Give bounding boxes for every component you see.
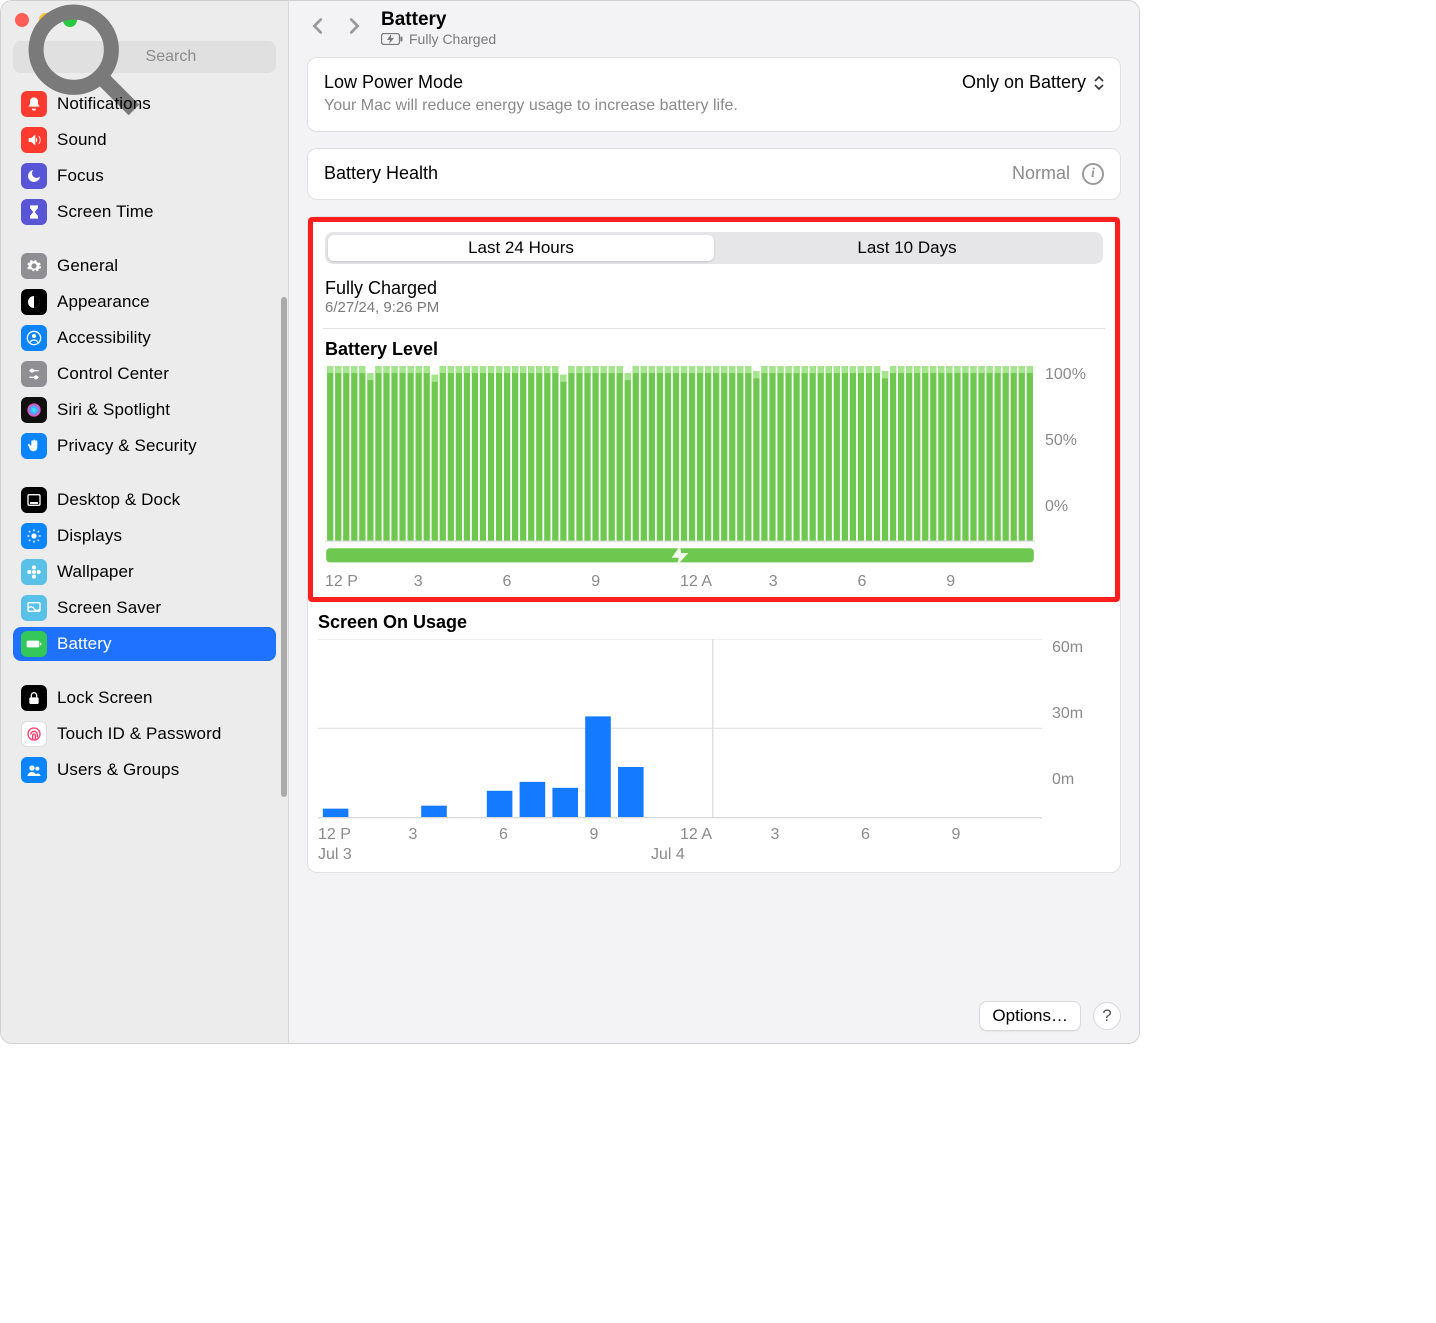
info-icon[interactable]: i [1082, 163, 1104, 185]
touchid-icon [21, 721, 47, 747]
hand-icon [21, 433, 47, 459]
sidebar-item-label: Control Center [57, 364, 169, 384]
siri-icon [21, 397, 47, 423]
nav-back-button[interactable] [307, 15, 329, 42]
battery-charging-icon [381, 33, 403, 45]
battery-health-panel[interactable]: Battery Health Normal i [307, 148, 1121, 200]
titlebar: Battery Fully Charged [289, 1, 1139, 57]
sidebar-item-label: Touch ID & Password [57, 724, 221, 744]
sidebar-item-label: General [57, 256, 118, 276]
flower-icon [21, 559, 47, 585]
low-power-mode-subtitle: Your Mac will reduce energy usage to inc… [324, 95, 738, 117]
low-power-mode-title: Low Power Mode [324, 72, 738, 93]
sidebar-scrollbar[interactable] [281, 297, 287, 797]
hourglass-icon [21, 199, 47, 225]
controls-icon [21, 361, 47, 387]
appearance-icon [21, 289, 47, 315]
main-content: Battery Fully Charged Low Power Mode You… [289, 1, 1139, 1043]
screensaver-icon [21, 595, 47, 621]
sidebar-item-lock-screen[interactable]: Lock Screen [13, 681, 276, 715]
battery-icon [21, 631, 47, 657]
sidebar-item-displays[interactable]: Displays [13, 519, 276, 553]
divider [323, 328, 1105, 329]
low-power-mode-value: Only on Battery [962, 72, 1086, 93]
sidebar-item-label: Sound [57, 130, 107, 150]
sidebar-item-users-groups[interactable]: Users & Groups [13, 753, 276, 787]
footer-buttons: Options… ? [979, 1001, 1121, 1031]
gear-icon [21, 253, 47, 279]
sidebar-item-label: Desktop & Dock [57, 490, 180, 510]
battery-level-chart: 12 P36912 A369 100%50%0% [325, 366, 1103, 591]
battery-health-title: Battery Health [324, 163, 438, 184]
sidebar-item-label: Battery [57, 634, 112, 654]
sidebar-item-label: Privacy & Security [57, 436, 197, 456]
sidebar-list: Notifications Sound Focus Screen Time Genera… [1, 81, 288, 801]
sidebar-item-battery[interactable]: Battery [13, 627, 276, 661]
tab-last-24-hours[interactable]: Last 24 Hours [328, 235, 714, 261]
sidebar-item-label: Focus [57, 166, 104, 186]
sidebar-item-notifications[interactable]: Notifications [13, 87, 276, 121]
select-chevrons-icon [1094, 75, 1104, 91]
fully-charged-timestamp: 6/27/24, 9:26 PM [325, 299, 1103, 316]
screen-on-title: Screen On Usage [318, 612, 1110, 633]
nav-forward-button[interactable] [343, 15, 365, 42]
sidebar-item-general[interactable]: General [13, 249, 276, 283]
fully-charged-title: Fully Charged [325, 278, 1103, 299]
sidebar-item-label: Screen Saver [57, 598, 161, 618]
time-range-segmented: Last 24 Hours Last 10 Days [325, 232, 1103, 264]
search-input[interactable] [146, 48, 268, 66]
sun-icon [21, 523, 47, 549]
page-title: Battery [381, 9, 496, 31]
lock-icon [21, 685, 47, 711]
sidebar-item-label: Lock Screen [57, 688, 153, 708]
sidebar-item-label: Accessibility [57, 328, 151, 348]
battery-health-status: Normal [1012, 163, 1070, 184]
sidebar-item-sound[interactable]: Sound [13, 123, 276, 157]
speaker-icon [21, 127, 47, 153]
sidebar-item-label: Users & Groups [57, 760, 179, 780]
sidebar-item-screen-saver[interactable]: Screen Saver [13, 591, 276, 625]
screen-on-date-right: Jul 4 [651, 846, 984, 864]
screen-on-date-left: Jul 3 [318, 846, 651, 864]
sidebar-item-label: Siri & Spotlight [57, 400, 170, 420]
options-button[interactable]: Options… [979, 1001, 1081, 1031]
settings-window: Notifications Sound Focus Screen Time Genera… [0, 0, 1140, 1044]
person-icon [21, 325, 47, 351]
sidebar-item-screen-time[interactable]: Screen Time [13, 195, 276, 229]
help-button[interactable]: ? [1093, 1002, 1121, 1030]
low-power-mode-select[interactable]: Only on Battery [962, 72, 1104, 93]
annotation-highlight: Last 24 Hours Last 10 Days Fully Charged… [308, 217, 1120, 602]
sidebar-item-wallpaper[interactable]: Wallpaper [13, 555, 276, 589]
dock-icon [21, 487, 47, 513]
sidebar-item-label: Appearance [57, 292, 150, 312]
sidebar-item-focus[interactable]: Focus [13, 159, 276, 193]
battery-level-title: Battery Level [325, 339, 1103, 360]
sidebar-item-accessibility[interactable]: Accessibility [13, 321, 276, 355]
sidebar-item-label: Screen Time [57, 202, 154, 222]
users-icon [21, 757, 47, 783]
sidebar-item-privacy-security[interactable]: Privacy & Security [13, 429, 276, 463]
bell-icon [21, 91, 47, 117]
moon-icon [21, 163, 47, 189]
tab-last-10-days[interactable]: Last 10 Days [714, 235, 1100, 261]
sidebar-item-siri-spotlight[interactable]: Siri & Spotlight [13, 393, 276, 427]
sidebar-item-touch-id-password[interactable]: Touch ID & Password [13, 717, 276, 751]
sidebar-item-desktop-dock[interactable]: Desktop & Dock [13, 483, 276, 517]
screen-on-usage-chart: 12 P36912 A369 Jul 3 Jul 4 60m30m0m [318, 639, 1110, 864]
sidebar-item-label: Notifications [57, 94, 151, 114]
sidebar-item-control-center[interactable]: Control Center [13, 357, 276, 391]
search-field[interactable] [13, 41, 276, 73]
low-power-mode-panel: Low Power Mode Your Mac will reduce ener… [307, 57, 1121, 132]
sidebar-item-appearance[interactable]: Appearance [13, 285, 276, 319]
sidebar-item-label: Wallpaper [57, 562, 134, 582]
sidebar-item-label: Displays [57, 526, 122, 546]
usage-charts-panel: Last 24 Hours Last 10 Days Fully Charged… [307, 216, 1121, 873]
sidebar: Notifications Sound Focus Screen Time Genera… [1, 1, 289, 1043]
page-subtitle: Fully Charged [381, 31, 496, 47]
